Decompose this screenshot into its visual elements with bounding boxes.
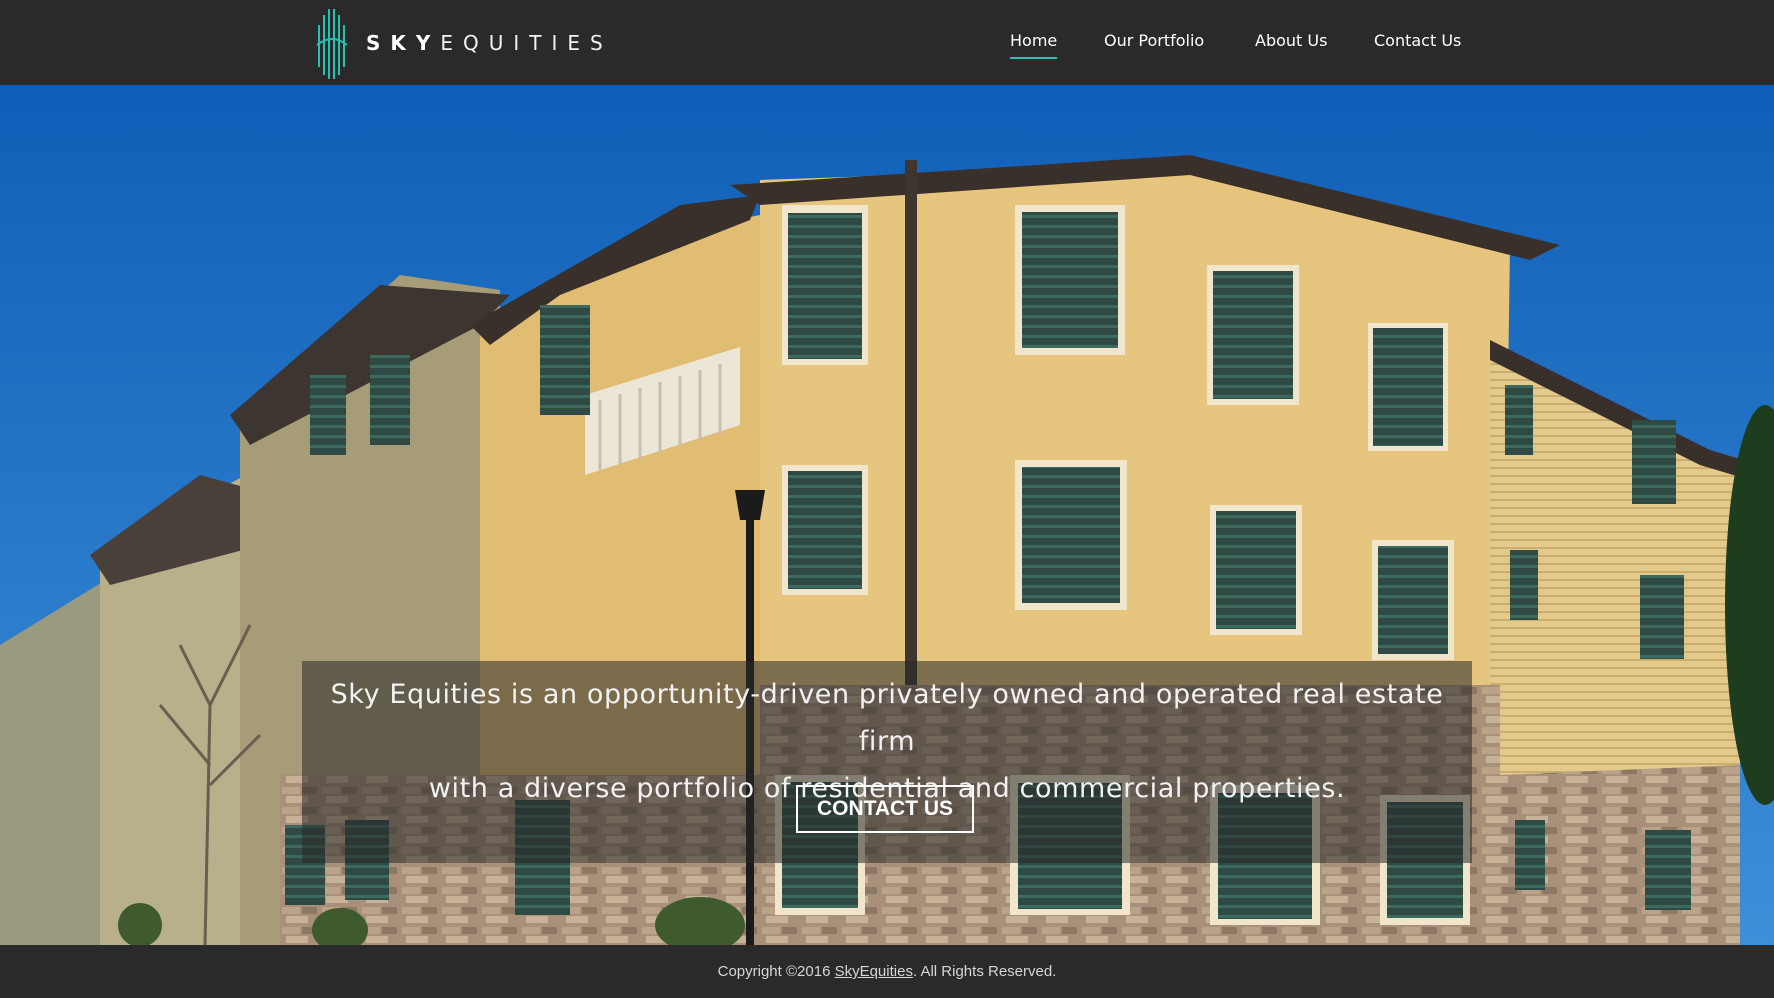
hero-section: Sky Equities is an opportunity-driven pr… — [0, 85, 1774, 945]
nav-contact-us[interactable]: Contact Us — [1374, 31, 1461, 50]
hero-overlay: Sky Equities is an opportunity-driven pr… — [302, 661, 1472, 863]
hero-tagline-line1: Sky Equities is an opportunity-driven pr… — [330, 679, 1444, 757]
footer-brand-link[interactable]: SkyEquities — [835, 963, 913, 980]
site-header: SKYEQUITIES Home Our Portfolio About Us … — [0, 0, 1774, 85]
contact-us-button[interactable]: CONTACT US — [796, 785, 974, 833]
main-nav: Home Our Portfolio About Us Contact Us — [0, 31, 1774, 61]
nav-home[interactable]: Home — [1010, 31, 1058, 59]
copyright-prefix: Copyright ©2016 — [717, 963, 835, 980]
site-footer: Copyright ©2016 SkyEquities . All Rights… — [0, 945, 1774, 998]
nav-our-portfolio[interactable]: Our Portfolio — [1104, 31, 1204, 50]
copyright-suffix: . All Rights Reserved. — [912, 963, 1057, 980]
nav-about-us[interactable]: About Us — [1255, 31, 1327, 50]
